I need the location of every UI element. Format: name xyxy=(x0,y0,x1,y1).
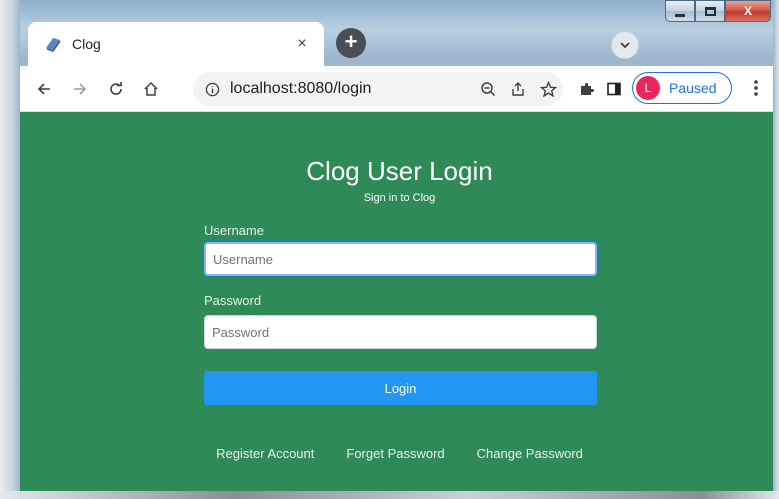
bookmark-button[interactable] xyxy=(533,74,563,104)
window-right-border xyxy=(773,0,779,499)
window-left-border xyxy=(0,0,20,499)
tab-title: Clog xyxy=(72,36,101,52)
share-button[interactable] xyxy=(503,74,533,104)
page-subtitle: Sign in to Clog xyxy=(363,192,436,204)
password-label: Password xyxy=(204,293,262,308)
star-icon xyxy=(539,80,557,97)
close-window-button[interactable]: X xyxy=(725,0,771,22)
username-input[interactable] xyxy=(204,242,597,276)
account-links: Register Account Forget Password Change … xyxy=(20,446,779,461)
window-bottom-border xyxy=(0,491,779,499)
book-favicon-icon xyxy=(46,38,61,52)
browser-menu-button[interactable] xyxy=(742,74,770,102)
username-label: Username xyxy=(204,223,264,238)
share-icon xyxy=(512,82,524,96)
login-button[interactable]: Login xyxy=(204,371,597,405)
forward-button[interactable] xyxy=(66,75,94,103)
side-panel-button[interactable] xyxy=(600,75,628,103)
forget-password-link[interactable]: Forget Password xyxy=(346,446,444,461)
minimize-icon xyxy=(675,13,685,17)
chevron-down-icon xyxy=(620,42,630,49)
home-icon xyxy=(144,81,158,96)
address-bar[interactable]: localhost:8080/login xyxy=(193,72,563,106)
browser-toolbar: localhost:8080/login L Paused xyxy=(20,66,773,112)
info-icon[interactable] xyxy=(205,82,220,97)
side-panel-icon xyxy=(607,82,621,96)
password-input[interactable] xyxy=(204,315,597,349)
profile-button[interactable]: L Paused xyxy=(632,72,732,104)
zoom-out-icon xyxy=(481,82,496,97)
reload-icon xyxy=(110,82,122,95)
back-button[interactable] xyxy=(30,75,58,103)
browser-tab[interactable]: Clog × xyxy=(28,22,324,66)
zoom-button[interactable] xyxy=(473,74,503,104)
new-tab-button[interactable]: + xyxy=(336,28,366,58)
login-page: Clog User Login Sign in to Clog Username… xyxy=(20,112,773,491)
register-account-link[interactable]: Register Account xyxy=(216,446,314,461)
url-text[interactable]: localhost:8080/login xyxy=(230,80,473,98)
maximize-button[interactable] xyxy=(695,0,725,22)
change-password-link[interactable]: Change Password xyxy=(477,446,583,461)
extensions-button[interactable] xyxy=(573,75,601,103)
reload-button[interactable] xyxy=(102,75,130,103)
more-vert-icon xyxy=(754,80,758,96)
maximize-icon xyxy=(704,6,716,16)
close-icon: X xyxy=(743,4,752,18)
puzzle-icon xyxy=(581,83,594,95)
home-button[interactable] xyxy=(137,75,165,103)
profile-status-label: Paused xyxy=(669,80,717,96)
tab-search-button[interactable] xyxy=(611,31,639,59)
avatar: L xyxy=(636,76,660,100)
minimize-button[interactable] xyxy=(665,0,695,22)
tab-close-icon[interactable]: × xyxy=(292,35,312,53)
forward-arrow-icon xyxy=(74,83,87,95)
back-arrow-icon xyxy=(37,83,50,95)
window-caption-buttons: X xyxy=(665,0,771,22)
page-title: Clog User Login xyxy=(306,156,493,186)
